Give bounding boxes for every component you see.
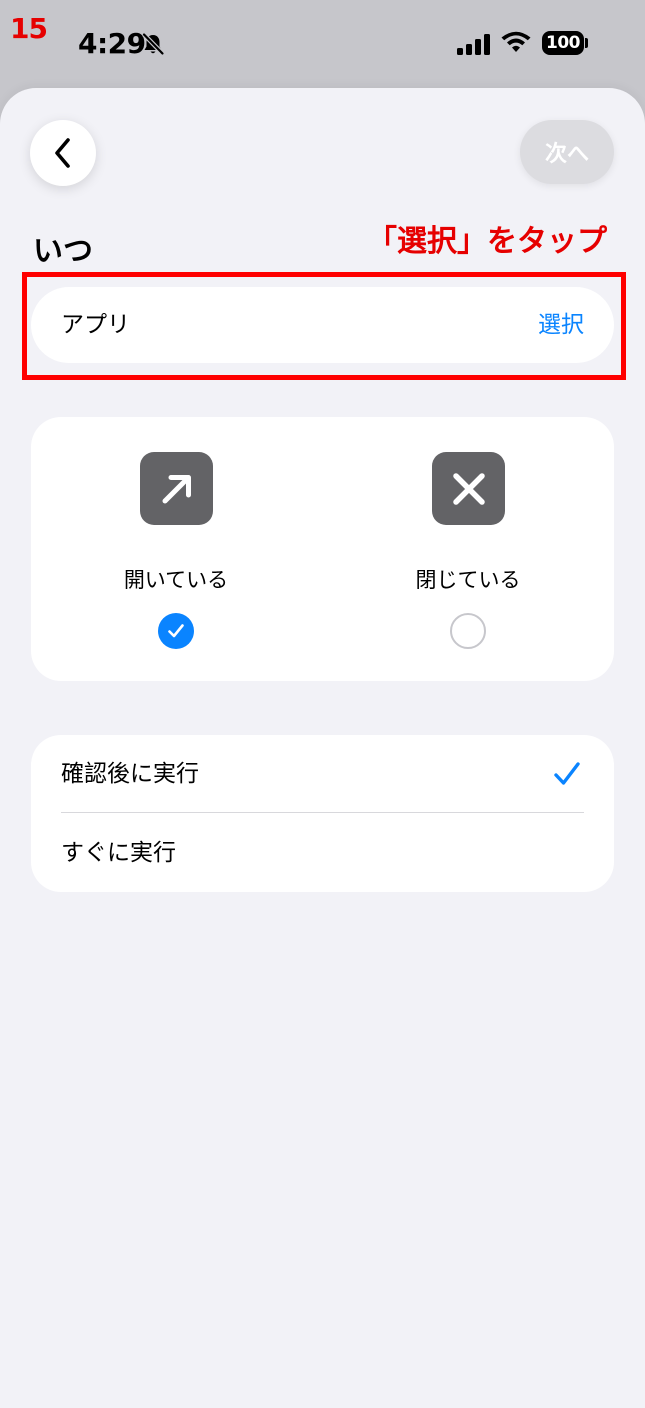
x-mark-icon <box>432 452 505 525</box>
back-button[interactable] <box>30 120 96 186</box>
run-mode-card: 確認後に実行 すぐに実行 <box>31 735 614 892</box>
battery-icon: 100 <box>542 31 584 55</box>
arrow-up-right-icon <box>140 452 213 525</box>
bell-slash-icon <box>142 32 165 56</box>
status-time: 4:29 <box>78 27 146 60</box>
annotation-highlight-box <box>22 272 626 380</box>
section-title: いつ <box>33 234 93 269</box>
signal-icon <box>457 34 490 55</box>
divider <box>61 812 584 813</box>
radio-unchecked[interactable] <box>450 613 486 649</box>
annotation-text: 「選択」をタップ <box>367 224 607 259</box>
option-is-opened[interactable]: 開いている <box>31 417 321 681</box>
option-label: 開いている <box>123 568 229 592</box>
app-state-card: 開いている 閉じている <box>31 417 614 681</box>
option-label: 閉じている <box>415 568 521 592</box>
option-is-closed[interactable]: 閉じている <box>323 417 613 681</box>
step-number-label: 15 <box>10 12 48 45</box>
radio-checked[interactable] <box>158 613 194 649</box>
run-option-label: すぐに実行 <box>61 840 176 866</box>
checkmark-icon <box>168 624 184 638</box>
battery-tip <box>585 38 588 48</box>
run-option-immediately[interactable]: すぐに実行 <box>31 814 614 892</box>
run-option-label: 確認後に実行 <box>61 761 199 787</box>
wifi-icon <box>501 31 531 52</box>
chevron-left-icon <box>55 138 70 168</box>
next-button[interactable]: 次へ <box>520 120 614 184</box>
checkmark-icon <box>554 762 580 785</box>
run-option-after-confirmation[interactable]: 確認後に実行 <box>31 735 614 813</box>
